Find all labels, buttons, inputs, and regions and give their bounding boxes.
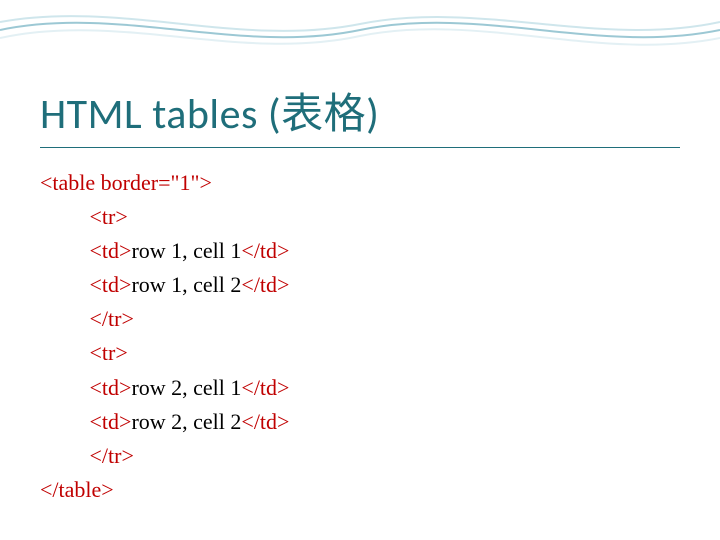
code-block: <table border="1"> <tr> <td>row 1, cell … <box>40 166 680 507</box>
code-text: row 1, cell 1 <box>131 238 241 263</box>
code-tag: </td> <box>241 375 289 400</box>
code-tag: <tr> <box>90 340 128 365</box>
code-tag: </tr> <box>90 443 134 468</box>
code-tag: <table border="1"> <box>40 170 212 195</box>
title-underline <box>40 147 680 148</box>
code-tag: </table> <box>40 477 114 502</box>
slide-content: HTML tables (表格) <table border="1"> <tr>… <box>0 0 720 507</box>
code-tag: <td> <box>90 238 132 263</box>
code-text: row 2, cell 1 <box>131 375 241 400</box>
code-tag: </td> <box>241 272 289 297</box>
code-tag: </td> <box>241 238 289 263</box>
code-text: row 1, cell 2 <box>131 272 241 297</box>
code-tag: </tr> <box>90 306 134 331</box>
code-tag: <tr> <box>90 204 128 229</box>
code-tag: <td> <box>90 375 132 400</box>
slide-title: HTML tables (表格) <box>40 80 680 141</box>
code-tag: <td> <box>90 409 132 434</box>
code-tag: <td> <box>90 272 132 297</box>
code-tag: </td> <box>241 409 289 434</box>
code-text: row 2, cell 2 <box>131 409 241 434</box>
